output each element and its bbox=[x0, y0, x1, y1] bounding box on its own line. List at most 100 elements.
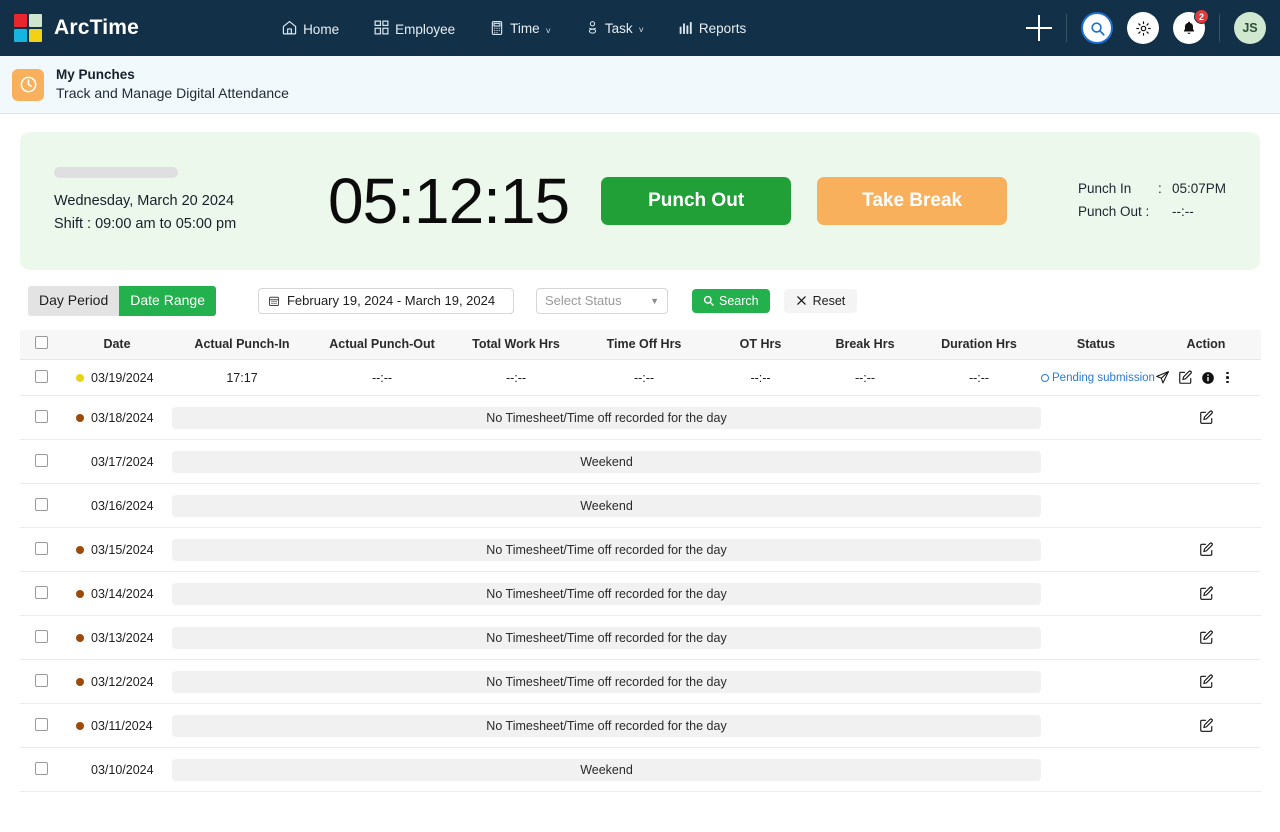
row-select-cell bbox=[20, 484, 62, 528]
row-checkbox[interactable] bbox=[35, 498, 48, 511]
row-checkbox[interactable] bbox=[35, 718, 48, 731]
chevron-down-icon: ▼ bbox=[650, 296, 659, 306]
bell-icon[interactable]: 2 bbox=[1173, 12, 1205, 44]
edit-icon[interactable] bbox=[1178, 370, 1193, 385]
col-status: Status bbox=[1041, 330, 1151, 360]
row-message-cell: Weekend bbox=[172, 484, 1041, 528]
row-ot: --:-- bbox=[708, 360, 813, 396]
status-dot-empty bbox=[76, 766, 84, 774]
row-message: No Timesheet/Time off recorded for the d… bbox=[172, 539, 1041, 561]
status-dot-empty bbox=[76, 502, 84, 510]
search-icon-small bbox=[703, 295, 714, 306]
status-dot-empty bbox=[76, 458, 84, 466]
row-checkbox[interactable] bbox=[35, 586, 48, 599]
status-dot bbox=[76, 634, 84, 642]
row-checkbox[interactable] bbox=[35, 674, 48, 687]
search-button-label: Search bbox=[719, 294, 759, 308]
row-date: 03/14/2024 bbox=[91, 587, 154, 601]
status-select[interactable]: Select Status ▼ bbox=[536, 288, 668, 314]
status-dot bbox=[76, 678, 84, 686]
search-button[interactable]: Search bbox=[692, 289, 770, 313]
task-icon bbox=[585, 20, 600, 35]
more-options-icon[interactable] bbox=[1223, 370, 1232, 386]
row-message-cell: No Timesheet/Time off recorded for the d… bbox=[172, 528, 1041, 572]
page-title: My Punches bbox=[56, 66, 289, 84]
close-icon bbox=[796, 295, 807, 306]
logo-square-2 bbox=[29, 14, 42, 27]
row-message-cell: No Timesheet/Time off recorded for the d… bbox=[172, 704, 1041, 748]
row-message: No Timesheet/Time off recorded for the d… bbox=[172, 627, 1041, 649]
edit-icon[interactable] bbox=[1199, 586, 1214, 601]
punch-out-button[interactable]: Punch Out bbox=[601, 177, 791, 225]
status-dot bbox=[76, 722, 84, 730]
nav-item-task[interactable]: Task˅ bbox=[585, 20, 644, 36]
table-row: 03/18/2024No Timesheet/Time off recorded… bbox=[20, 396, 1261, 440]
row-checkbox[interactable] bbox=[35, 410, 48, 423]
edit-icon[interactable] bbox=[1199, 542, 1214, 557]
row-duration: --:-- bbox=[917, 360, 1041, 396]
col-total-work-hrs: Total Work Hrs bbox=[452, 330, 580, 360]
edit-icon[interactable] bbox=[1199, 630, 1214, 645]
row-status bbox=[1041, 440, 1151, 484]
calendar-icon bbox=[268, 295, 280, 307]
nav-item-reports[interactable]: Reports bbox=[678, 20, 746, 37]
send-icon[interactable] bbox=[1155, 370, 1170, 385]
nav-divider-2 bbox=[1219, 14, 1220, 42]
info-icon[interactable] bbox=[1201, 371, 1215, 385]
row-actions bbox=[1151, 616, 1261, 660]
punch-out-label: Punch Out : bbox=[1078, 201, 1158, 224]
col-time-off-hrs: Time Off Hrs bbox=[580, 330, 708, 360]
row-message: No Timesheet/Time off recorded for the d… bbox=[172, 583, 1041, 605]
toggle-date-range[interactable]: Date Range bbox=[119, 286, 216, 316]
row-select-cell bbox=[20, 360, 62, 396]
row-checkbox[interactable] bbox=[35, 762, 48, 775]
nav-item-home[interactable]: Home bbox=[281, 19, 339, 37]
edit-icon[interactable] bbox=[1199, 674, 1214, 689]
row-date-cell: 03/13/2024 bbox=[62, 616, 172, 660]
row-select-cell bbox=[20, 616, 62, 660]
edit-icon[interactable] bbox=[1199, 718, 1214, 733]
edit-icon[interactable] bbox=[1199, 410, 1214, 425]
reports-bars-icon bbox=[678, 20, 694, 36]
current-date: Wednesday, March 20 2024 bbox=[54, 190, 304, 212]
row-select-cell bbox=[20, 748, 62, 792]
nav-item-label: Reports bbox=[699, 22, 746, 36]
row-actions bbox=[1151, 360, 1261, 396]
row-date-cell: 03/11/2024 bbox=[62, 704, 172, 748]
punch-card-info: Wednesday, March 20 2024 Shift : 09:00 a… bbox=[54, 167, 304, 235]
date-range-input[interactable]: February 19, 2024 - March 19, 2024 bbox=[258, 288, 514, 314]
row-date-cell: 03/18/2024 bbox=[62, 396, 172, 440]
row-punch-out: --:-- bbox=[312, 360, 452, 396]
row-actions bbox=[1151, 440, 1261, 484]
brand-logo[interactable]: ArcTime bbox=[14, 14, 139, 42]
brand-name: ArcTime bbox=[54, 16, 139, 40]
take-break-button[interactable]: Take Break bbox=[817, 177, 1007, 225]
reset-button[interactable]: Reset bbox=[784, 289, 858, 313]
col-break-hrs: Break Hrs bbox=[813, 330, 917, 360]
pending-circle-icon bbox=[1041, 374, 1049, 382]
select-all-header bbox=[20, 330, 62, 360]
avatar[interactable]: JS bbox=[1234, 12, 1266, 44]
row-message-cell: Weekend bbox=[172, 440, 1041, 484]
punch-actions: Punch Out Take Break bbox=[601, 177, 1007, 225]
gear-icon[interactable] bbox=[1127, 12, 1159, 44]
row-punch-in: 17:17 bbox=[172, 360, 312, 396]
nav-item-label: Task bbox=[605, 22, 633, 36]
row-checkbox[interactable] bbox=[35, 542, 48, 555]
row-checkbox[interactable] bbox=[35, 370, 48, 383]
row-checkbox[interactable] bbox=[35, 630, 48, 643]
table-header-row: Date Actual Punch-In Actual Punch-Out To… bbox=[20, 330, 1261, 360]
select-all-checkbox[interactable] bbox=[35, 336, 48, 349]
toggle-day-period[interactable]: Day Period bbox=[28, 286, 119, 316]
row-select-cell bbox=[20, 396, 62, 440]
search-icon[interactable] bbox=[1081, 12, 1113, 44]
home-icon bbox=[281, 19, 298, 36]
nav-item-time[interactable]: Time˅ bbox=[489, 20, 551, 37]
punch-out-value: --:-- bbox=[1172, 201, 1194, 224]
row-date: 03/11/2024 bbox=[91, 719, 153, 733]
nav-item-employee[interactable]: Employee bbox=[373, 19, 455, 37]
punches-table: Date Actual Punch-In Actual Punch-Out To… bbox=[20, 330, 1261, 793]
add-icon[interactable] bbox=[1026, 15, 1052, 41]
table-row: 03/15/2024No Timesheet/Time off recorded… bbox=[20, 528, 1261, 572]
row-checkbox[interactable] bbox=[35, 454, 48, 467]
